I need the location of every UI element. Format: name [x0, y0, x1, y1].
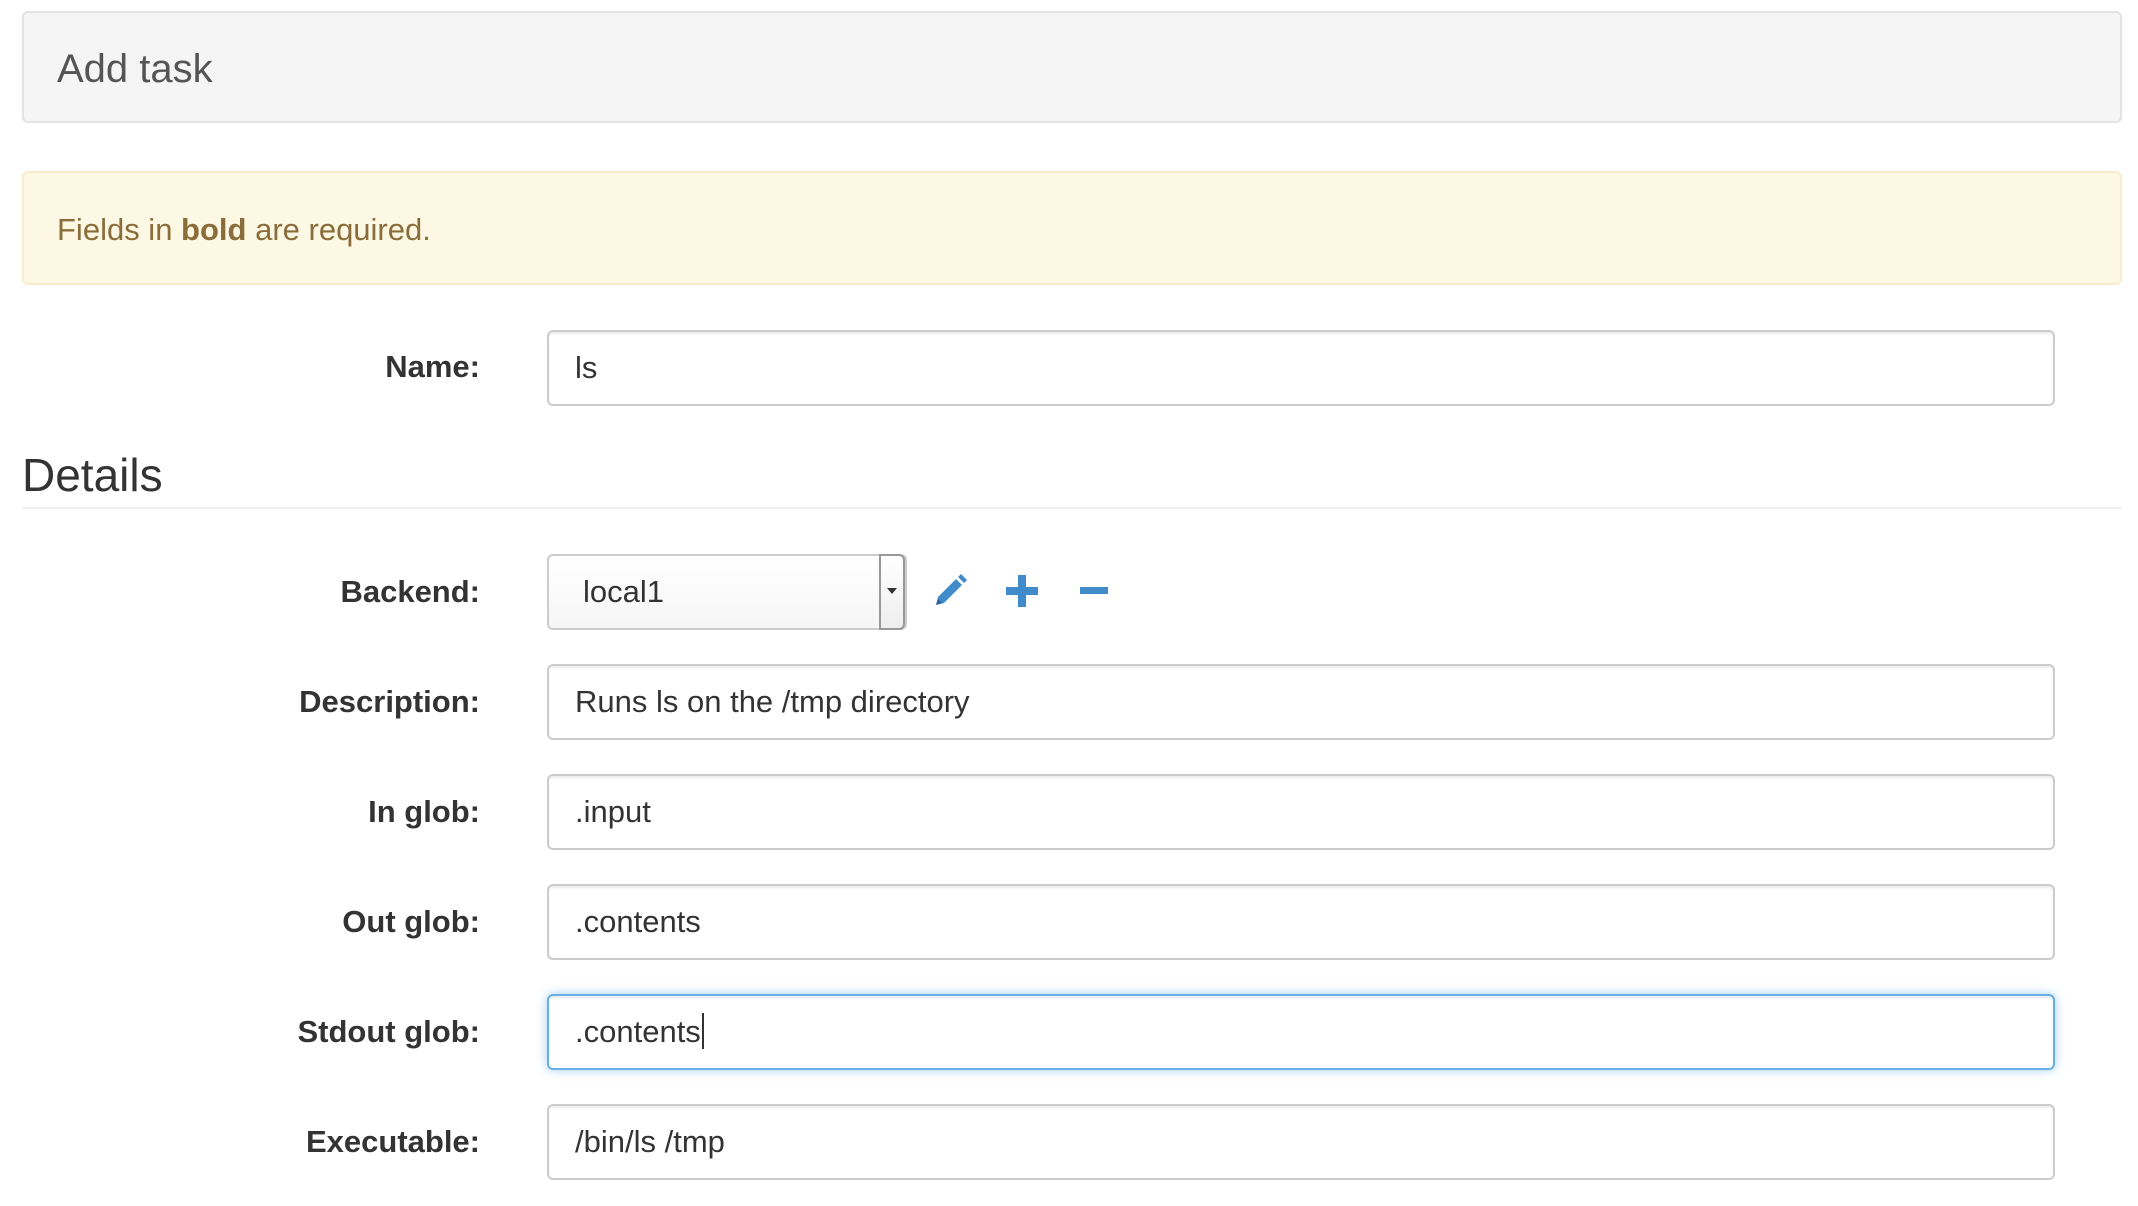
alert-message: Fields in bold are required. — [57, 173, 431, 283]
description-label: Description: — [299, 684, 480, 719]
backend-label: Backend: — [340, 574, 480, 609]
in-glob-label: In glob: — [368, 794, 480, 829]
header-panel: Add task — [22, 11, 2122, 123]
alert-bold-word: bold — [181, 212, 247, 247]
executable-input[interactable]: /bin/ls /tmp — [547, 1104, 2055, 1180]
stdout-glob-input-value: .contents — [575, 1014, 701, 1049]
name-input[interactable]: ls — [547, 330, 2055, 406]
in-glob-input-value: .input — [575, 794, 651, 829]
alert-prefix: Fields in — [57, 212, 182, 247]
description-input-value: Runs ls on the /tmp directory — [575, 684, 970, 719]
executable-label: Executable: — [305, 1124, 480, 1159]
in-glob-input[interactable]: .input — [547, 774, 2055, 850]
section-divider — [22, 507, 2122, 509]
pencil-icon[interactable] — [930, 571, 970, 611]
out-glob-label: Out glob: — [342, 904, 480, 939]
minus-icon[interactable] — [1076, 571, 1116, 611]
plus-icon[interactable] — [1002, 571, 1042, 611]
alert-suffix: are required. — [246, 212, 431, 247]
stdout-glob-label: Stdout glob: — [297, 1014, 481, 1049]
name-input-value: ls — [575, 350, 598, 385]
backend-selected-value: local1 — [583, 574, 664, 609]
executable-input-value: /bin/ls /tmp — [575, 1124, 725, 1159]
stdout-glob-input[interactable]: .contents — [547, 994, 2055, 1070]
section-title-details: Details — [22, 449, 163, 501]
out-glob-input-value: .contents — [575, 904, 701, 939]
required-fields-alert: Fields in bold are required. — [22, 171, 2122, 285]
out-glob-input[interactable]: .contents — [547, 884, 2055, 960]
add-task-page: Add task Fields in bold are required. Na… — [0, 0, 2138, 1206]
text-caret — [701, 1012, 704, 1049]
page-title: Add task — [57, 47, 213, 91]
backend-select[interactable]: local1 — [547, 554, 907, 630]
name-label: Name: — [385, 349, 480, 384]
description-input[interactable]: Runs ls on the /tmp directory — [547, 664, 2055, 740]
chevron-down-icon[interactable] — [879, 554, 905, 630]
